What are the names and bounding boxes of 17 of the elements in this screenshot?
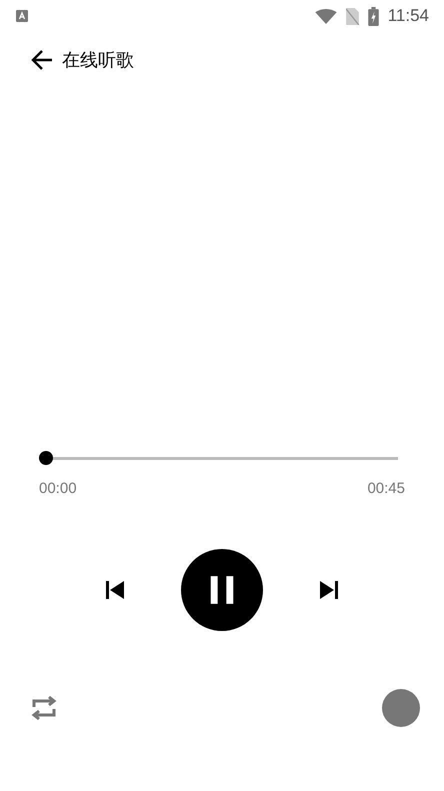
no-sim-icon: [346, 8, 359, 24]
pause-icon: [209, 575, 235, 605]
wifi-icon: [314, 8, 337, 24]
repeat-icon: [29, 693, 59, 723]
previous-button[interactable]: [103, 578, 127, 602]
battery-icon: [368, 6, 379, 26]
page-title: 在线听歌: [62, 49, 134, 72]
total-duration: 00:45: [367, 480, 405, 497]
previous-icon: [105, 580, 125, 600]
elapsed-time: 00:00: [39, 480, 77, 497]
floating-button[interactable]: [382, 689, 420, 727]
next-icon: [319, 580, 339, 600]
next-button[interactable]: [317, 578, 341, 602]
notification-icon: [16, 10, 28, 22]
status-time: 11:54: [388, 6, 429, 26]
back-arrow-icon: [30, 48, 54, 72]
progress-slider[interactable]: [39, 450, 398, 466]
